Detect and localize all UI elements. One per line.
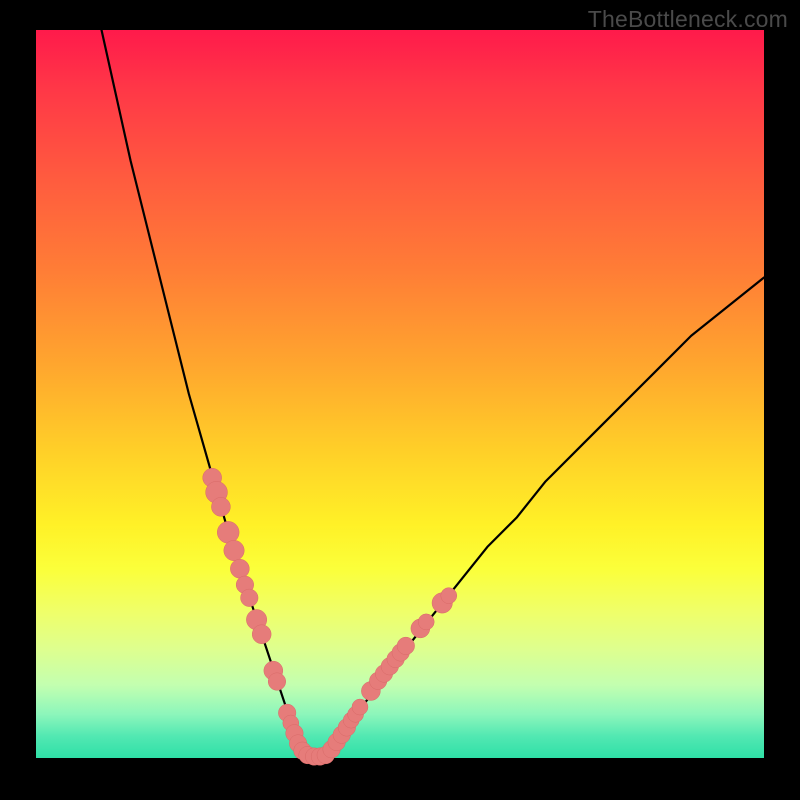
data-marker: [397, 637, 414, 654]
data-marker: [352, 699, 368, 715]
chart-frame: TheBottleneck.com: [0, 0, 800, 800]
data-marker: [230, 559, 249, 578]
data-marker: [241, 589, 258, 606]
curve-svg: [36, 30, 764, 758]
data-marker: [441, 588, 457, 604]
watermark-text: TheBottleneck.com: [588, 6, 788, 33]
data-marker: [211, 497, 230, 516]
data-marker: [418, 614, 434, 630]
marker-layer: [203, 468, 457, 765]
bottleneck-curve: [102, 30, 764, 758]
data-marker: [217, 521, 239, 543]
data-marker: [252, 625, 271, 644]
data-marker: [268, 673, 285, 690]
data-marker: [224, 540, 244, 560]
plot-area: [36, 30, 764, 758]
